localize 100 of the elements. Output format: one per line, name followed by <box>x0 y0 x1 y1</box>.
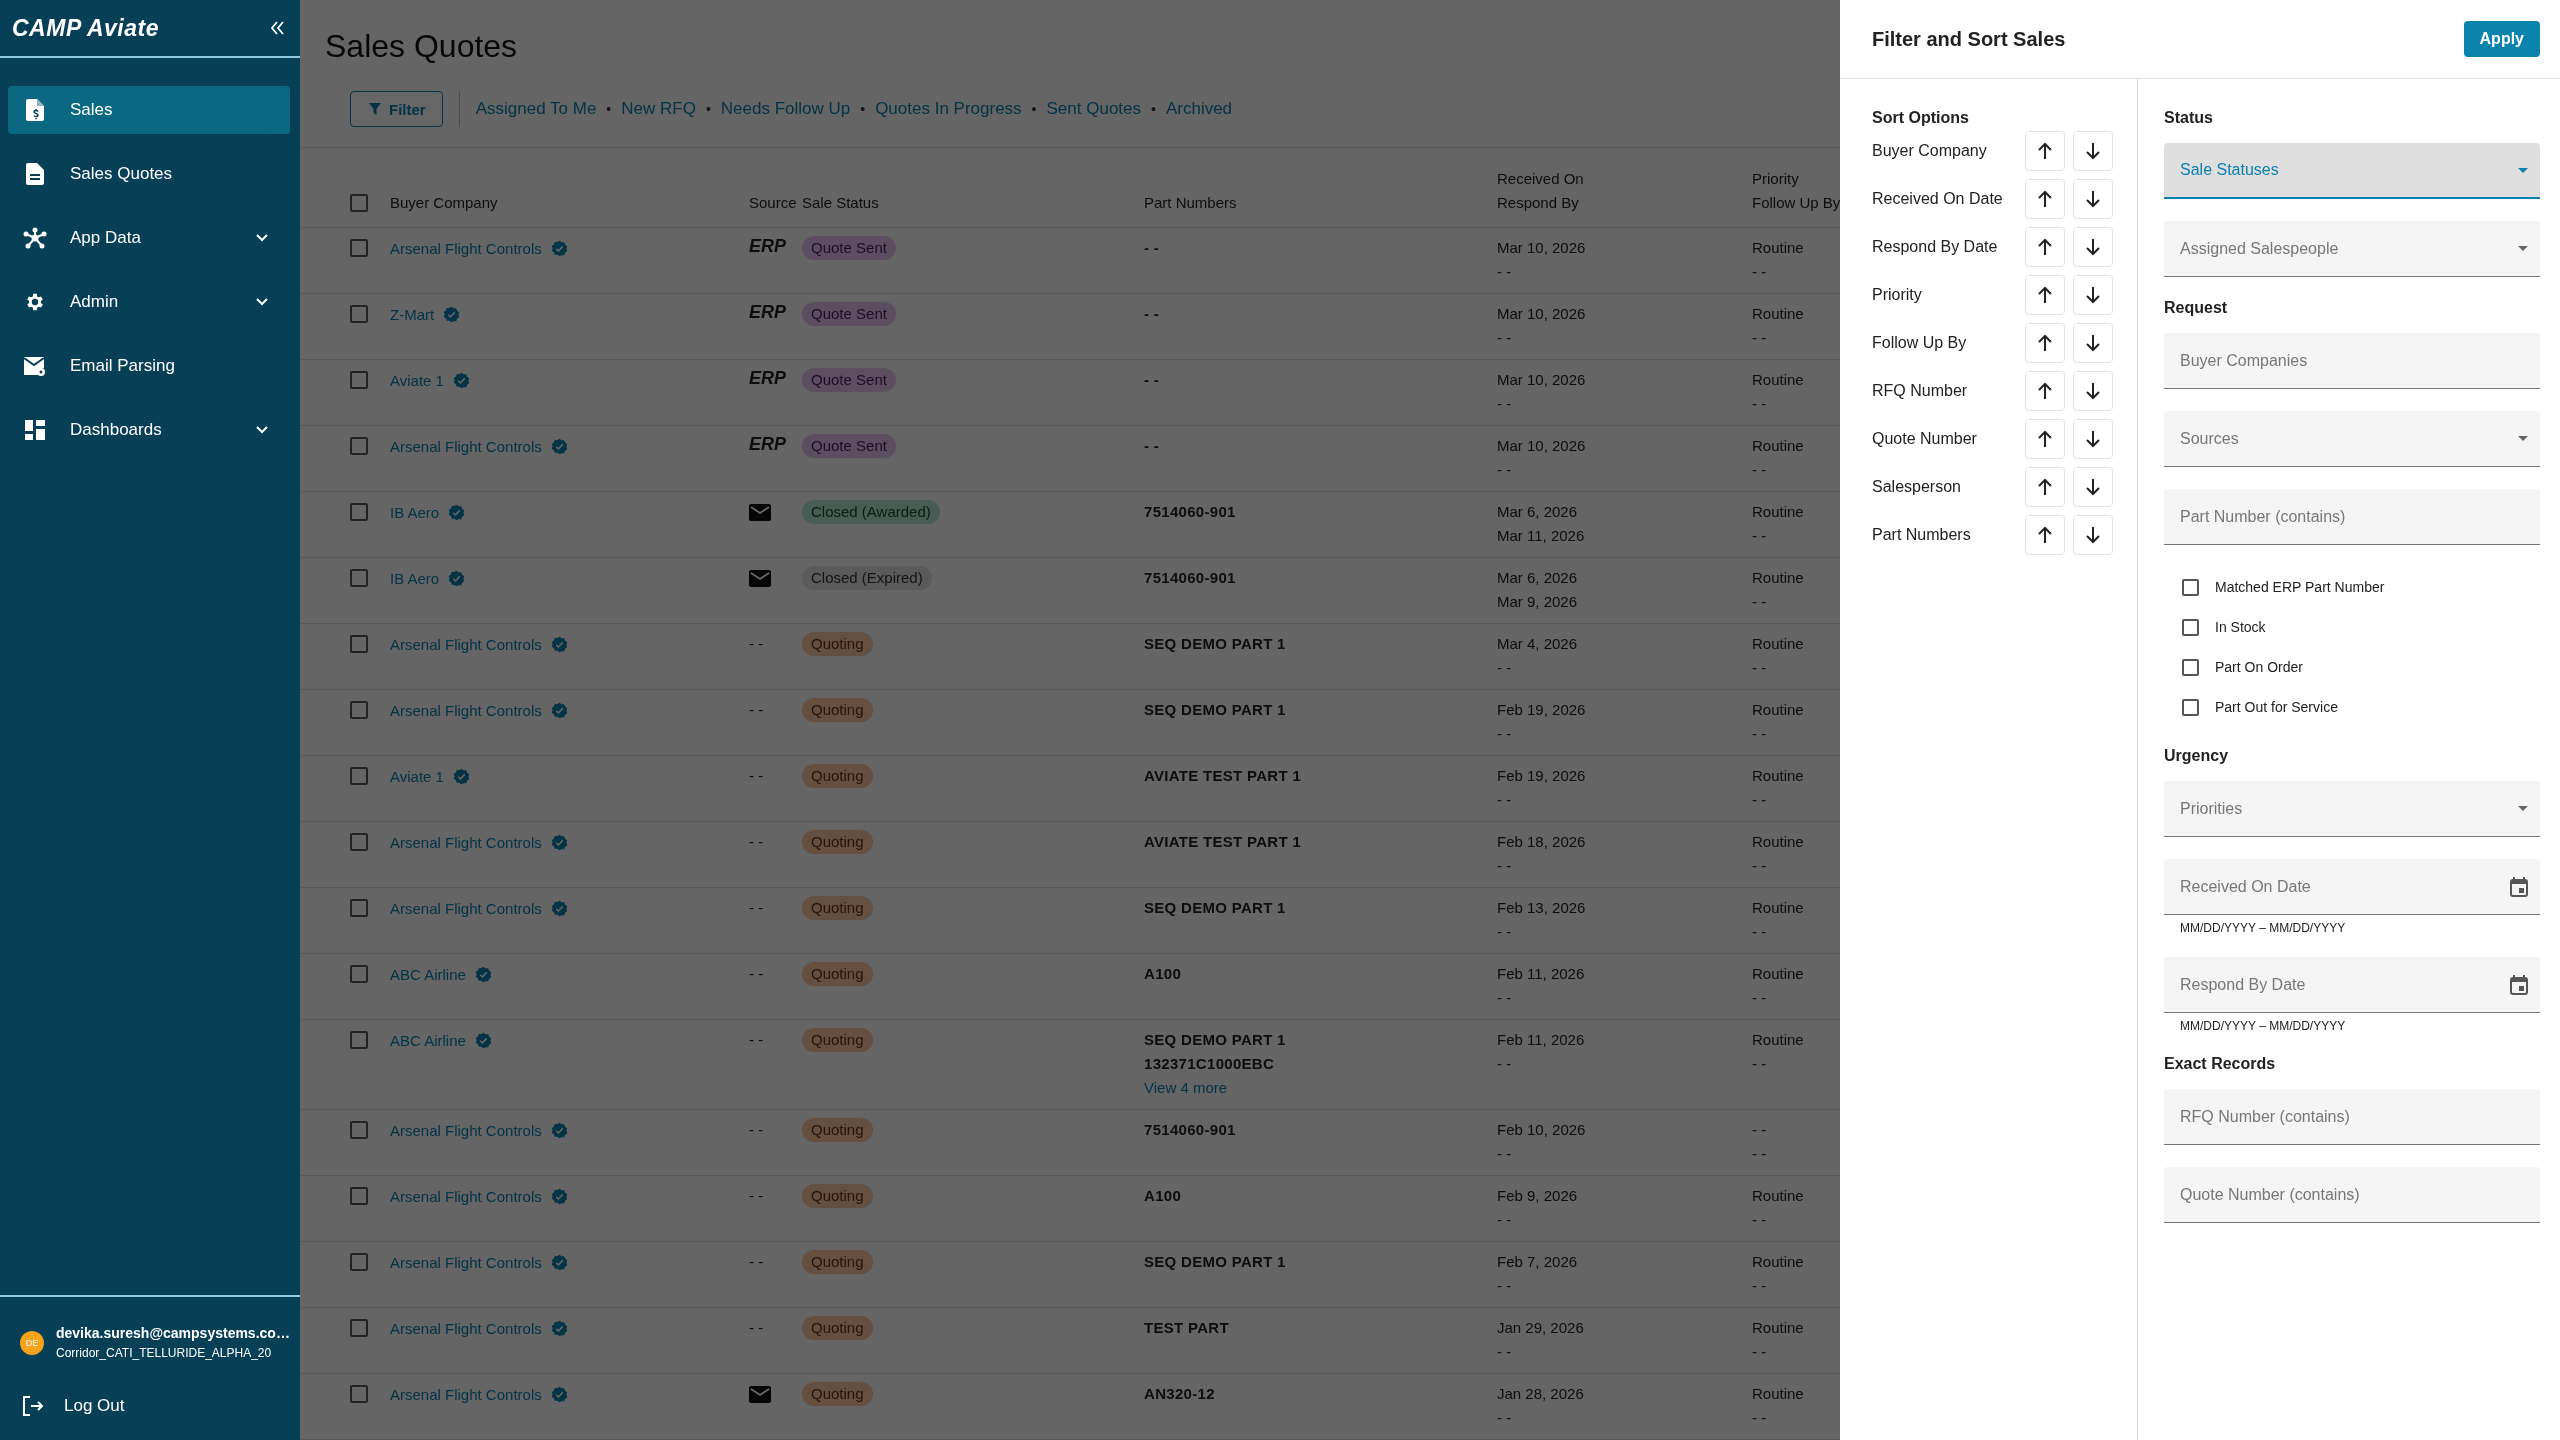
sort-descending-button[interactable] <box>2073 467 2113 507</box>
company-link[interactable]: Arsenal Flight Controls <box>390 635 542 653</box>
column-header: Buyer Company <box>390 193 498 213</box>
sort-ascending-button[interactable] <box>2025 323 2065 363</box>
row-checkbox[interactable] <box>350 503 368 521</box>
row-checkbox[interactable] <box>350 305 368 323</box>
quick-filter-link[interactable]: Archived <box>1165 99 1233 119</box>
text-field[interactable]: Buyer Companies <box>2164 333 2540 389</box>
checkbox[interactable] <box>2182 698 2199 716</box>
select-all-checkbox[interactable] <box>350 194 368 212</box>
dropdown-caret-icon <box>2518 806 2528 811</box>
checkbox[interactable] <box>2182 578 2199 596</box>
company-link[interactable]: Arsenal Flight Controls <box>390 1121 542 1139</box>
sort-ascending-button[interactable] <box>2025 467 2065 507</box>
company-link[interactable]: IB Aero <box>390 503 440 521</box>
nav-item[interactable]: Sales <box>8 86 290 134</box>
sort-descending-button[interactable] <box>2073 419 2113 459</box>
apply-button[interactable]: Apply <box>2463 21 2540 57</box>
sort-ascending-button[interactable] <box>2025 419 2065 459</box>
select-field[interactable]: Sale Statuses <box>2164 143 2540 199</box>
company-link[interactable]: Arsenal Flight Controls <box>390 437 542 455</box>
view-more-link[interactable]: View 4 more <box>1144 1076 1228 1100</box>
sort-option-label: Follow Up By <box>1872 334 1968 352</box>
sort-descending-button[interactable] <box>2073 515 2113 555</box>
collapse-button[interactable] <box>270 21 284 35</box>
row-checkbox[interactable] <box>350 899 368 917</box>
row-checkbox[interactable] <box>350 635 368 653</box>
row-checkbox[interactable] <box>350 767 368 785</box>
row-checkbox[interactable] <box>350 437 368 455</box>
company-link[interactable]: Arsenal Flight Controls <box>390 1253 542 1271</box>
column-header: Source <box>749 193 797 213</box>
sort-ascending-button[interactable] <box>2025 131 2065 171</box>
sort-descending-button[interactable] <box>2073 275 2113 315</box>
organization-name: Corridor_CATI_TELLURIDE_ALPHA_20 <box>56 1346 273 1360</box>
arrow-down-icon <box>2085 142 2101 160</box>
company-link[interactable]: Arsenal Flight Controls <box>390 239 542 257</box>
company-link[interactable]: Arsenal Flight Controls <box>390 1319 542 1337</box>
company-link[interactable]: ABC Airline <box>390 1031 466 1049</box>
text-field[interactable]: Quote Number (contains) <box>2164 1167 2540 1223</box>
column-header: Priority <box>1752 169 1799 189</box>
sort-ascending-button[interactable] <box>2025 371 2065 411</box>
verified-icon <box>550 899 568 917</box>
sort-ascending-button[interactable] <box>2025 227 2065 267</box>
checkbox[interactable] <box>2182 618 2199 636</box>
company-link[interactable]: Arsenal Flight Controls <box>390 1187 542 1205</box>
filter-button[interactable]: Filter <box>350 91 443 127</box>
company-link[interactable]: Arsenal Flight Controls <box>390 1385 542 1403</box>
row-checkbox[interactable] <box>350 701 368 719</box>
sort-descending-button[interactable] <box>2073 323 2113 363</box>
company-link[interactable]: Aviate 1 <box>390 371 444 389</box>
sort-descending-button[interactable] <box>2073 131 2113 171</box>
company-link[interactable]: ABC Airline <box>390 965 466 983</box>
status-tag: Quoting <box>802 896 873 920</box>
nav-item[interactable]: App Data <box>8 214 290 262</box>
row-checkbox[interactable] <box>350 371 368 389</box>
row-checkbox[interactable] <box>350 1319 368 1337</box>
company-link[interactable]: Z-Mart <box>390 305 435 323</box>
company-link[interactable]: IB Aero <box>390 569 440 587</box>
sort-descending-button[interactable] <box>2073 227 2113 267</box>
select-field[interactable]: Assigned Salespeople <box>2164 221 2540 277</box>
row-checkbox[interactable] <box>350 1121 368 1139</box>
nav-item[interactable]: Sales Quotes <box>8 150 290 198</box>
text-field[interactable]: RFQ Number (contains) <box>2164 1089 2540 1145</box>
date-range-field[interactable]: Received On Date <box>2164 859 2540 915</box>
nav-item[interactable]: Dashboards <box>8 406 290 454</box>
sort-descending-button[interactable] <box>2073 179 2113 219</box>
sort-option-label: RFQ Number <box>1872 382 1969 400</box>
row-checkbox[interactable] <box>350 239 368 257</box>
row-checkbox[interactable] <box>350 833 368 851</box>
row-checkbox[interactable] <box>350 1031 368 1049</box>
quick-filter-link[interactable]: New RFQ <box>621 99 696 119</box>
row-checkbox[interactable] <box>350 965 368 983</box>
company-link[interactable]: Arsenal Flight Controls <box>390 899 542 917</box>
row-checkbox[interactable] <box>350 1253 368 1271</box>
nav-item[interactable]: Admin <box>8 278 290 326</box>
row-checkbox[interactable] <box>350 1187 368 1205</box>
sort-ascending-button[interactable] <box>2025 179 2065 219</box>
quick-filter-link[interactable]: Quotes In Progress <box>875 99 1022 119</box>
row-checkbox[interactable] <box>350 569 368 587</box>
logout-link[interactable]: Log Out <box>0 1382 300 1440</box>
select-field[interactable]: Priorities <box>2164 781 2540 837</box>
select-field[interactable]: Sources <box>2164 411 2540 467</box>
quick-filter-link[interactable]: Assigned To Me <box>475 99 597 119</box>
company-link[interactable]: Arsenal Flight Controls <box>390 701 542 719</box>
quick-filter-link[interactable]: Sent Quotes <box>1046 99 1142 119</box>
date-range-field[interactable]: Respond By Date <box>2164 957 2540 1013</box>
section-title: Exact Records <box>2164 1055 2277 1073</box>
sort-ascending-button[interactable] <box>2025 515 2065 555</box>
nav-item[interactable]: Email Parsing <box>8 342 290 390</box>
received-date: Mar 10, 2026 <box>1497 436 1586 456</box>
column-header: Received On <box>1497 169 1584 189</box>
company-link[interactable]: Aviate 1 <box>390 767 444 785</box>
text-field[interactable]: Part Number (contains) <box>2164 489 2540 545</box>
quick-filter-link[interactable]: Needs Follow Up <box>720 99 851 119</box>
sort-descending-button[interactable] <box>2073 371 2113 411</box>
row-checkbox[interactable] <box>350 1385 368 1403</box>
checkbox[interactable] <box>2182 658 2199 676</box>
company-link[interactable]: Arsenal Flight Controls <box>390 833 542 851</box>
respond-by-date: - - <box>1497 394 1512 414</box>
sort-ascending-button[interactable] <box>2025 275 2065 315</box>
